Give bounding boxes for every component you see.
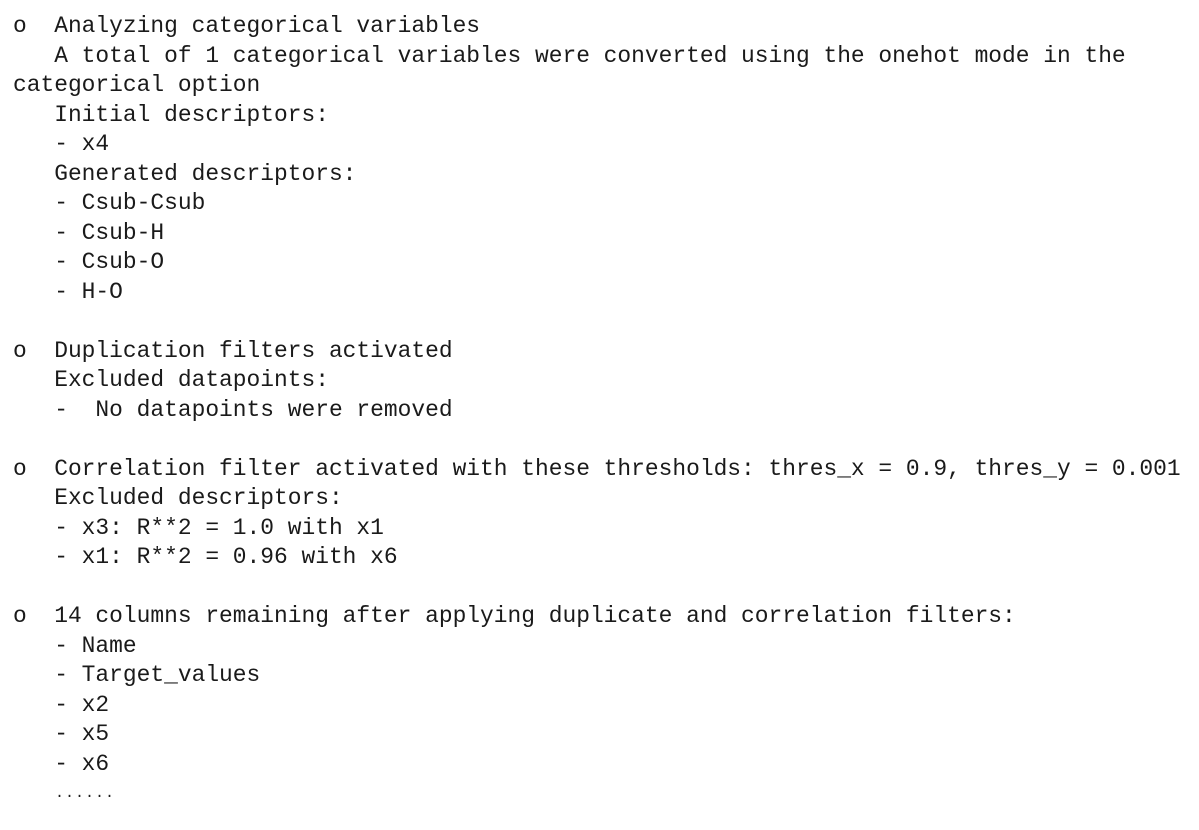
log-line: - Csub-Csub [13,190,206,216]
log-line: - x2 [13,691,110,718]
log-line: o Analyzing categorical variables [13,13,481,39]
log-output: o Analyzing categorical variables A tota… [13,12,1181,809]
log-line: Excluded descriptors: [13,485,343,511]
log-line: categorical option [13,72,261,98]
truncation-ellipsis: ...... [55,785,116,802]
log-line: Excluded datapoints: [13,367,329,393]
log-line: o Duplication filters activated [13,337,453,364]
log-line: - x6 [13,750,110,777]
log-line: - No datapoints were removed [13,396,453,423]
log-line: Generated descriptors: [13,160,357,187]
log-line: - Target_values [13,662,261,688]
log-line: - H-O [13,278,123,305]
log-line: - x5 [13,721,110,747]
log-line: - x1: R**2 = 0.96 with x6 [13,544,398,570]
log-line: Initial descriptors: [13,101,329,128]
log-line: - x4 [13,131,110,157]
log-line: - x3: R**2 = 1.0 with x1 [13,514,384,541]
log-line: - Csub-O [13,249,165,275]
log-line: o Correlation filter activated with thes… [13,455,1181,482]
log-line: - Name [13,632,137,659]
log-line: A total of 1 categorical variables were … [13,42,1126,69]
log-line: o 14 columns remaining after applying du… [13,603,1016,629]
log-line: - Csub-H [13,219,165,246]
